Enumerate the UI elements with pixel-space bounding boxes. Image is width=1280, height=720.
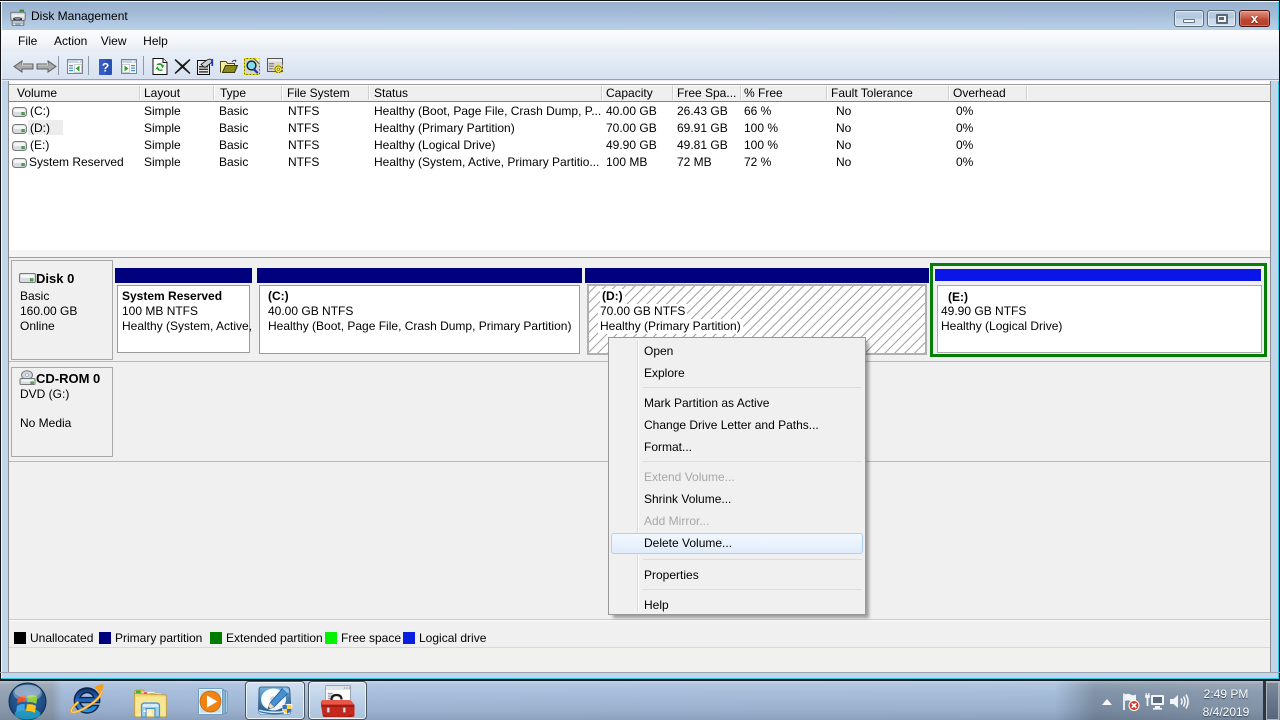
svg-text:?: ? (102, 61, 109, 75)
